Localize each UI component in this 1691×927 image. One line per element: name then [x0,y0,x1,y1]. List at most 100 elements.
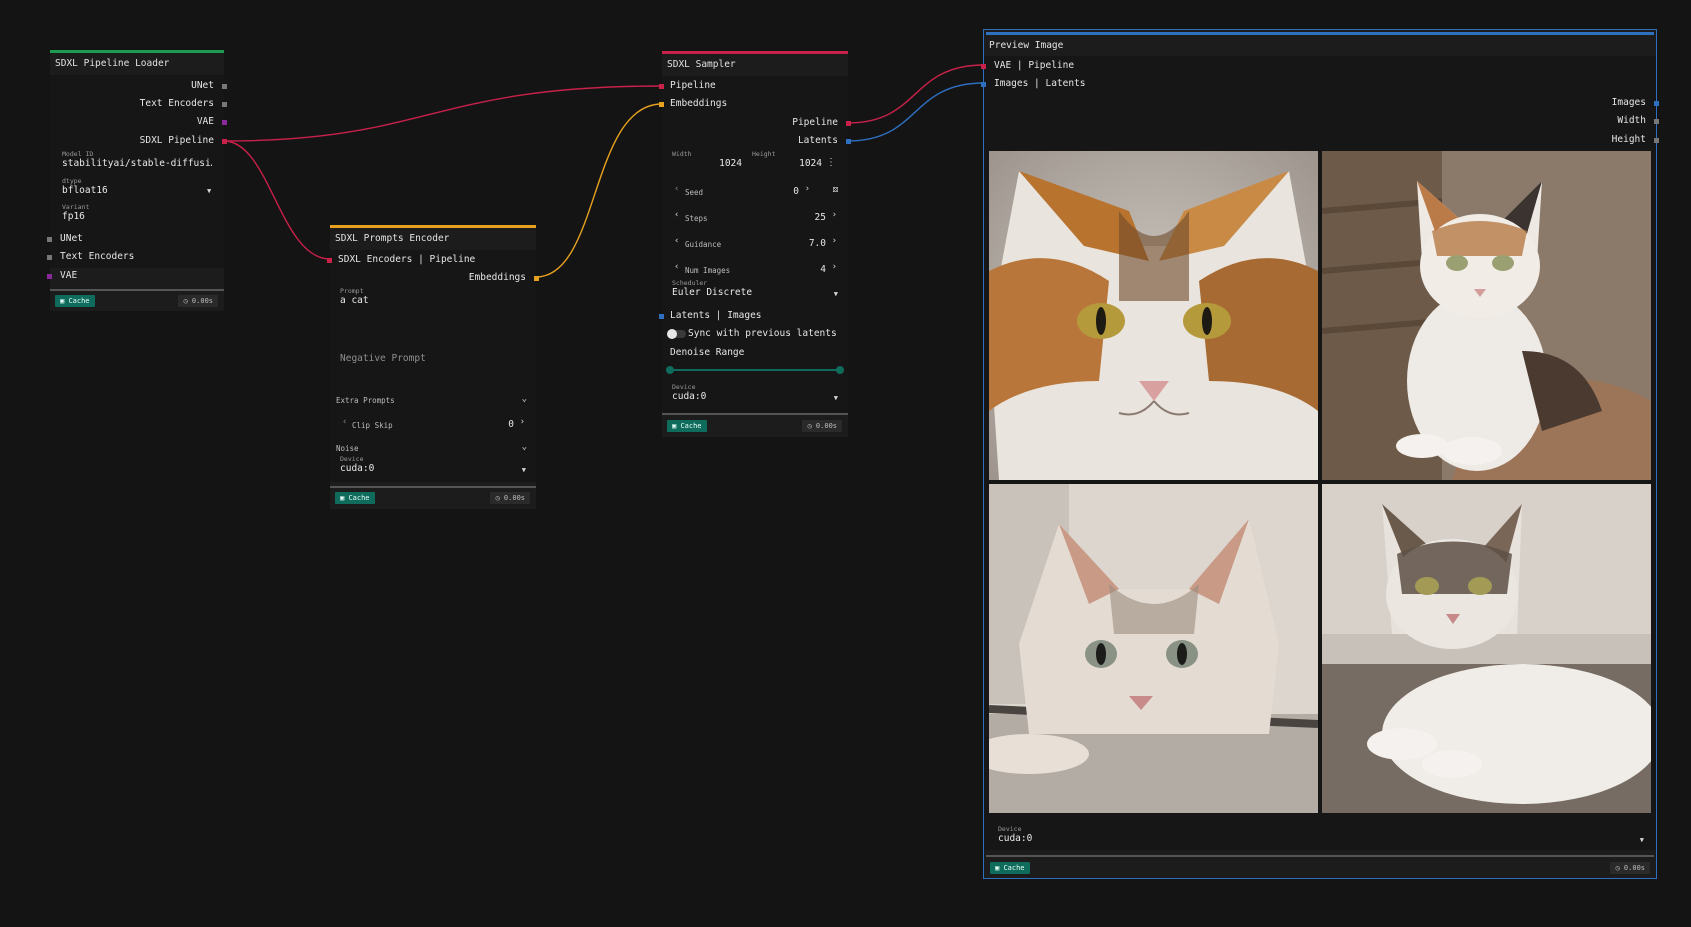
clip-skip-value[interactable]: 0 [508,419,514,430]
noise-chevron-down-icon[interactable]: ⌄ [522,442,527,452]
time-badge: ◷ 0.00s [178,295,218,307]
output-text-encoders-socket[interactable] [222,102,227,107]
node-title[interactable]: SDXL Prompts Encoder [330,228,536,250]
steps-decrement-icon[interactable]: ‹ [674,210,679,220]
output-embeddings-label: Embeddings [468,272,526,283]
device-chevron-down-icon[interactable]: ▼ [1640,836,1644,844]
output-unet-socket[interactable] [222,84,227,89]
input-embeddings-label: Embeddings [670,98,728,109]
denoise-range-start-handle[interactable] [666,366,674,374]
height-value[interactable]: 1024 [752,158,822,170]
scheduler-chevron-down-icon[interactable]: ▼ [834,290,838,298]
wire-pipeline-to-encoder [223,140,331,260]
preview-image-1[interactable] [989,151,1318,480]
device-select[interactable]: Device cuda:0 [672,383,838,403]
cache-button[interactable]: ▣ Cache [667,420,707,432]
variant-field[interactable]: Variant fp16 [62,203,212,223]
guidance-value[interactable]: 7.0 [809,238,826,249]
steps-increment-icon[interactable]: › [832,210,837,220]
dtype-chevron-down-icon[interactable]: ▼ [207,187,211,195]
steps-value[interactable]: 25 [815,212,826,223]
device-label: Device [998,825,1022,833]
seed-value[interactable]: 0 [793,186,799,197]
device-value[interactable]: cuda:0 [672,391,838,403]
wire-sampler-latents-to-preview [847,82,985,142]
prompt-value[interactable]: a cat [340,295,526,307]
output-sdxl-pipeline-socket[interactable] [222,139,227,144]
input-latents-images-socket[interactable] [659,314,664,319]
num-images-decrement-icon[interactable]: ‹ [674,262,679,272]
output-images-socket[interactable] [1654,101,1659,106]
seed-increment-icon[interactable]: › [805,184,810,194]
clip-skip-increment-icon[interactable]: › [520,417,525,427]
preview-image-3[interactable] [989,484,1318,813]
prompts-encoder-node[interactable]: SDXL Prompts Encoder SDXL Encoders | Pip… [327,225,539,509]
num-images-value[interactable]: 4 [820,264,826,275]
input-text-encoders-label: Text Encoders [60,251,135,262]
input-vae-label: VAE [60,270,78,281]
input-pipeline-socket[interactable] [659,84,664,89]
pipeline-loader-node[interactable]: SDXL Pipeline Loader UNet Text Encoders … [47,50,227,311]
model-id-value[interactable]: stabilityai/stable-diffusi… [62,158,212,170]
extra-prompts-chevron-down-icon[interactable]: ⌄ [522,394,527,404]
seed-decrement-icon[interactable]: ‹ [674,184,679,194]
sync-label: Sync with previous latents [688,328,837,339]
output-pipeline-socket[interactable] [846,121,851,126]
output-embeddings-socket[interactable] [534,276,539,281]
preview-image-2[interactable] [1322,151,1651,480]
node-title[interactable]: SDXL Sampler [662,54,848,76]
input-encoders-pipeline-socket[interactable] [327,258,332,263]
guidance-increment-icon[interactable]: › [832,236,837,246]
sync-toggle[interactable] [667,329,686,339]
num-images-increment-icon[interactable]: › [832,262,837,272]
time-value: 0.00s [1623,864,1645,872]
output-width-socket[interactable] [1654,119,1659,124]
output-height-socket[interactable] [1654,138,1659,143]
noise-label[interactable]: Noise [336,444,359,453]
output-images-label: Images [1611,97,1646,108]
width-field[interactable]: Width 1024 [672,150,742,170]
output-latents-socket[interactable] [846,139,851,144]
cache-button[interactable]: ▣ Cache [990,862,1030,874]
device-select[interactable]: Device cuda:0 [340,455,526,475]
node-title[interactable]: SDXL Pipeline Loader [50,53,224,75]
input-text-encoders-socket[interactable] [47,255,52,260]
output-width-label: Width [1617,115,1646,126]
scheduler-value[interactable]: Euler Discrete [672,287,838,299]
guidance-decrement-icon[interactable]: ‹ [674,236,679,246]
height-label: Height [752,150,776,158]
sampler-node[interactable]: SDXL Sampler Pipeline Embeddings Pipelin… [659,51,851,437]
preview-image-grid [989,151,1651,813]
height-field[interactable]: Height 1024 [752,150,822,170]
device-value[interactable]: cuda:0 [998,833,1638,845]
device-value[interactable]: cuda:0 [340,463,526,475]
extra-prompts-label[interactable]: Extra Prompts [336,396,395,405]
device-chevron-down-icon[interactable]: ▼ [522,466,526,474]
denoise-range-end-handle[interactable] [836,366,844,374]
output-vae-socket[interactable] [222,120,227,125]
width-label: Width [672,150,692,158]
scheduler-select[interactable]: Scheduler Euler Discrete [672,279,838,299]
width-value[interactable]: 1024 [672,158,742,170]
input-embeddings-socket[interactable] [659,102,664,107]
kebab-icon[interactable]: ⋮ [826,157,836,168]
node-title[interactable]: Preview Image [984,35,1656,57]
prompt-textarea[interactable]: Prompt a cat [340,287,526,347]
device-chevron-down-icon[interactable]: ▼ [834,394,838,402]
denoise-range-label: Denoise Range [670,347,745,358]
dtype-value[interactable]: bfloat16 [62,185,212,197]
model-id-field[interactable]: Model ID stabilityai/stable-diffusi… [62,150,212,170]
dice-icon[interactable]: ⚄ [833,185,838,195]
input-vae-pipeline-socket[interactable] [981,64,986,69]
device-select[interactable]: Device cuda:0 [998,825,1638,845]
output-unet-label: UNet [191,80,214,91]
dtype-select[interactable]: dtype bfloat16 [62,177,212,197]
input-unet-socket[interactable] [47,237,52,242]
input-vae-socket[interactable] [47,274,52,279]
variant-value[interactable]: fp16 [62,211,212,223]
preview-image-4[interactable] [1322,484,1651,813]
cache-button[interactable]: ▣ Cache [55,295,95,307]
input-images-latents-socket[interactable] [981,82,986,87]
cache-button[interactable]: ▣ Cache [335,492,375,504]
clip-skip-decrement-icon[interactable]: ‹ [342,417,347,427]
